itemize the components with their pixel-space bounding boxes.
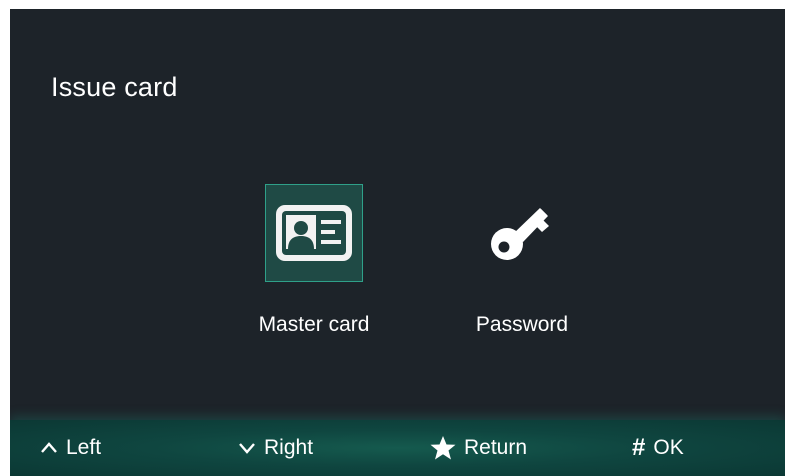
page-title: Issue card xyxy=(51,72,178,102)
footer-key-hints: Left Right Return # OK xyxy=(10,420,785,476)
hint-ok-label: OK xyxy=(653,436,684,459)
hint-right-label: Right xyxy=(264,436,314,459)
key-icon xyxy=(491,208,549,260)
hint-return-label: Return xyxy=(464,436,528,459)
hint-left: Left xyxy=(40,420,101,476)
password-label: Password xyxy=(475,313,569,336)
hint-left-label: Left xyxy=(66,436,102,459)
hash-icon: # xyxy=(632,434,646,461)
password-option[interactable]: Password xyxy=(442,184,602,337)
master-card-option[interactable]: Master card xyxy=(234,184,394,337)
master-card-label: Master card xyxy=(258,313,370,336)
chevron-up-icon xyxy=(40,441,58,455)
asterisk-icon xyxy=(430,435,456,461)
issue-card-screen: Issue card Master card Password Left Rig… xyxy=(10,9,785,476)
password-tile[interactable] xyxy=(473,184,571,282)
hint-return: Return xyxy=(430,420,527,476)
master-card-tile[interactable] xyxy=(265,184,363,282)
id-card-icon xyxy=(276,205,352,261)
chevron-down-icon xyxy=(238,441,256,455)
hint-ok: # OK xyxy=(632,420,684,476)
hint-right: Right xyxy=(238,420,313,476)
